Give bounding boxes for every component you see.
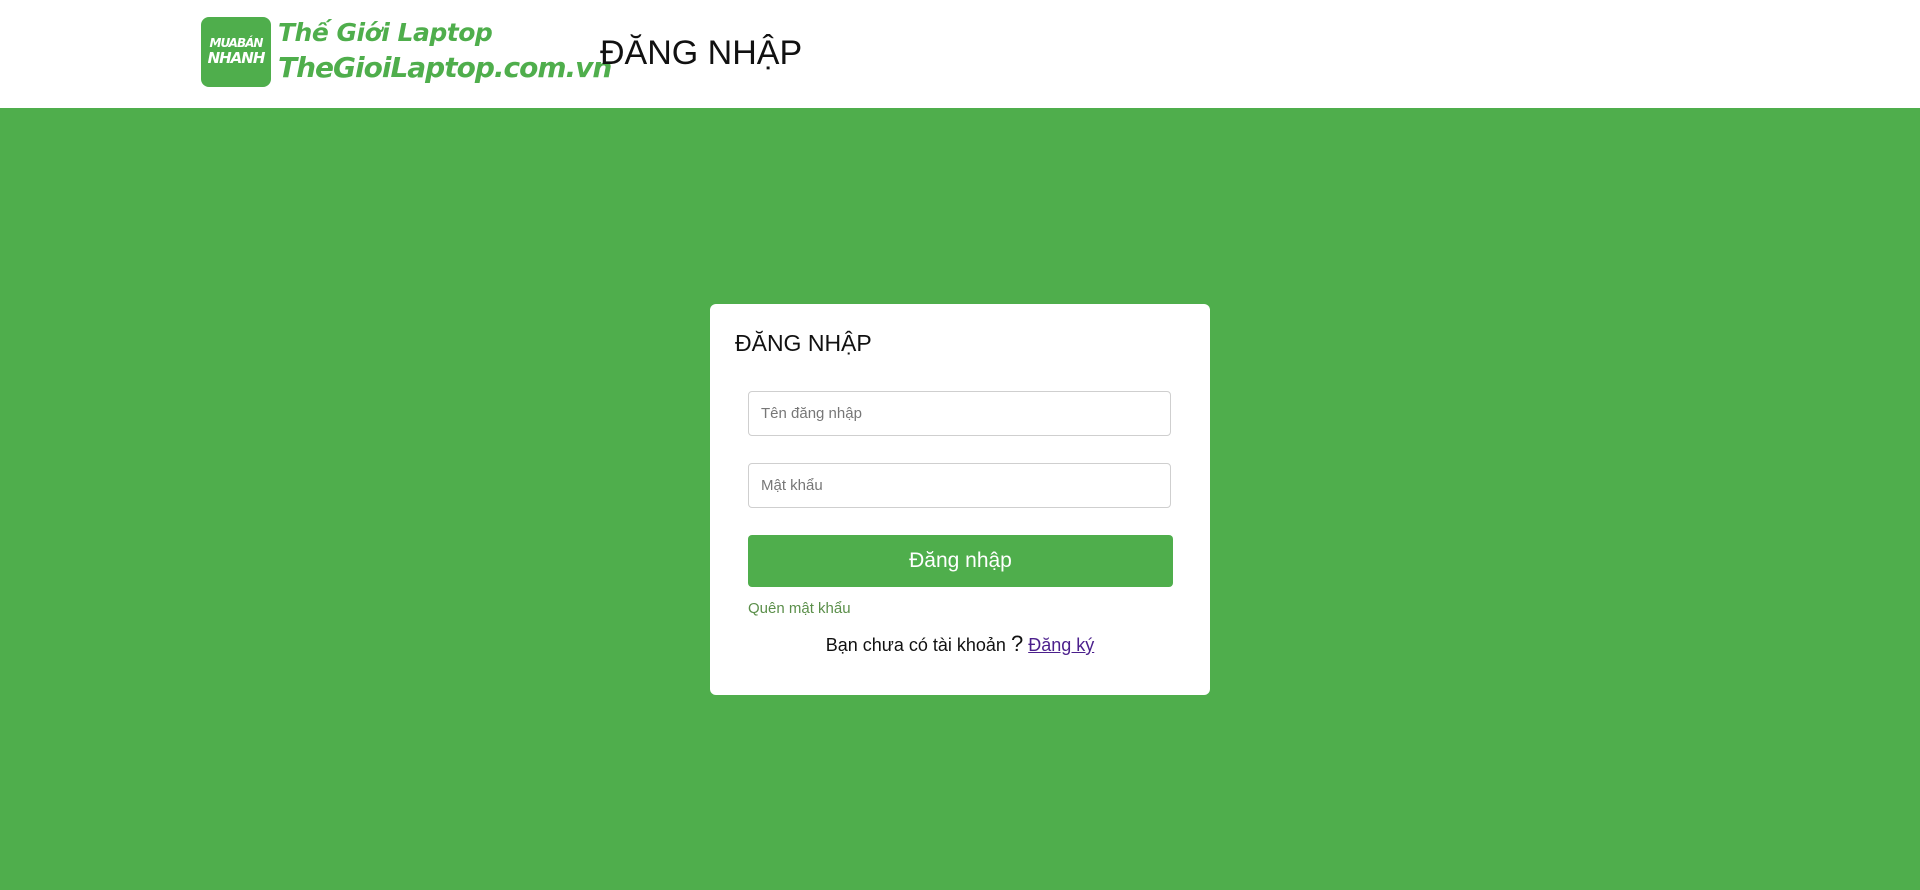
logo-domain: TheGioiLaptop.com.vn (278, 51, 612, 84)
muabannhanh-logo-badge: MUABÁN NHANH (201, 17, 271, 87)
site-logo[interactable]: MUABÁN NHANH Thế Giới Laptop TheGioiLapt… (201, 17, 612, 88)
register-prompt-text: Bạn chưa có tài khoản (825, 635, 1006, 655)
register-prompt: Bạn chưa có tài khoản ? Đăng ký (710, 632, 1210, 657)
password-input[interactable] (748, 463, 1171, 508)
forgot-password-link[interactable]: Quên mật khẩu (748, 599, 851, 619)
login-submit-button[interactable]: Đăng nhập (748, 535, 1173, 587)
logo-store-name: Thế Giới Laptop (278, 18, 493, 47)
login-page-background: ĐĂNG NHẬP Đăng nhập Quên mật khẩu Bạn ch… (0, 108, 1920, 890)
logo-badge-line1: MUABÁN (209, 36, 264, 50)
site-header: MUABÁN NHANH Thế Giới Laptop TheGioiLapt… (0, 0, 1920, 108)
question-mark: ? (1010, 631, 1024, 656)
logo-badge-line2: NHANH (207, 49, 266, 67)
register-link[interactable]: Đăng ký (1028, 635, 1094, 655)
page-title: ĐĂNG NHẬP (600, 34, 803, 72)
username-input[interactable] (748, 391, 1171, 436)
login-card-title: ĐĂNG NHẬP (735, 330, 872, 356)
login-card: ĐĂNG NHẬP Đăng nhập Quên mật khẩu Bạn ch… (710, 304, 1210, 695)
